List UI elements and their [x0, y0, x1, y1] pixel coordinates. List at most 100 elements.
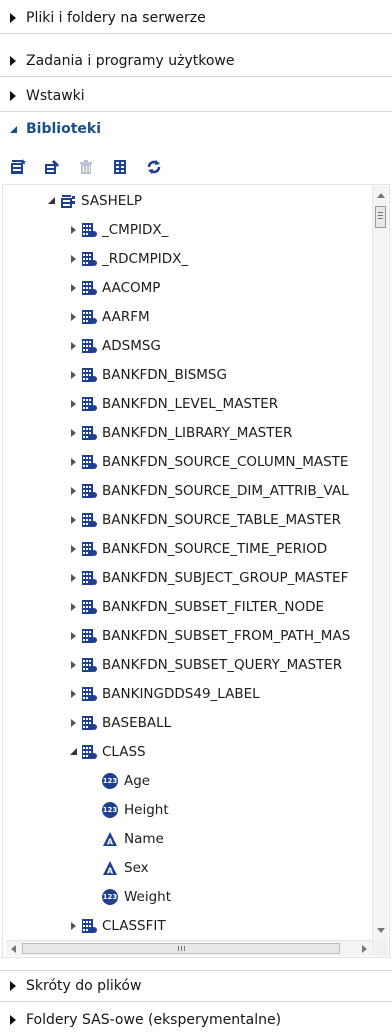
- tree-node-label: BANKFDN_SOURCE_TABLE_MASTER: [102, 511, 342, 528]
- table-icon: [82, 483, 97, 498]
- tree-node-label: BANKFDN_SOURCE_TIME_PERIOD: [102, 540, 328, 557]
- tree-node-label: ADSMSG: [102, 337, 161, 354]
- tree-node-table[interactable]: ADSMSG: [68, 331, 161, 360]
- tree-collapsed-icon[interactable]: [68, 457, 78, 467]
- library-properties-icon[interactable]: [44, 159, 60, 175]
- refresh-icon[interactable]: [146, 159, 162, 175]
- tree-collapsed-icon[interactable]: [68, 602, 78, 612]
- table-icon: [82, 599, 97, 614]
- panel-files[interactable]: Pliki i foldery na serwerze: [0, 2, 392, 34]
- svg-text:A: A: [107, 837, 114, 846]
- panel-snippets-label: Wstawki: [26, 87, 85, 104]
- tree-node-table-classfit[interactable]: CLASSFIT: [68, 911, 166, 940]
- panel-shortcuts[interactable]: Skróty do plików: [0, 970, 392, 1002]
- tree-node-column[interactable]: A Name: [102, 824, 164, 853]
- tree-node-label: Age: [124, 772, 151, 789]
- delete-icon[interactable]: [78, 159, 94, 175]
- scroll-up-icon[interactable]: [373, 190, 389, 202]
- tree-collapsed-icon[interactable]: [68, 689, 78, 699]
- scroll-thumb-horizontal[interactable]: [22, 943, 340, 954]
- tree-node-column[interactable]: 123 Age: [102, 766, 150, 795]
- tree-collapsed-icon[interactable]: [68, 399, 78, 409]
- panel-files-label: Pliki i foldery na serwerze: [26, 9, 206, 26]
- character-column-icon: A: [103, 860, 117, 875]
- horizontal-scrollbar[interactable]: [6, 940, 372, 956]
- tree-collapsed-icon[interactable]: [68, 254, 78, 264]
- tree-node-label: Name: [124, 830, 164, 847]
- svg-text:A: A: [107, 866, 114, 875]
- tree-node-table[interactable]: BANKINGDDS49_LABEL: [68, 679, 260, 708]
- tree-node-label: SASHELP: [81, 192, 142, 209]
- panel-libraries[interactable]: Biblioteki: [0, 113, 392, 145]
- tree-collapsed-icon[interactable]: [68, 341, 78, 351]
- new-library-icon[interactable]: [10, 159, 26, 175]
- expand-arrow-icon: [0, 12, 26, 23]
- panel-shortcuts-label: Skróty do plików: [26, 978, 142, 994]
- tree-node-column[interactable]: 123 Height: [102, 795, 169, 824]
- tree-collapsed-icon[interactable]: [68, 573, 78, 583]
- table-icon: [82, 715, 97, 730]
- tree-node-library[interactable]: SASHELP: [46, 186, 142, 215]
- tree-collapsed-icon[interactable]: [68, 660, 78, 670]
- scroll-right-icon[interactable]: [358, 941, 370, 957]
- tree-collapsed-icon[interactable]: [68, 718, 78, 728]
- tree-collapsed-icon[interactable]: [68, 283, 78, 293]
- tree-node-table[interactable]: BANKFDN_SOURCE_TIME_PERIOD: [68, 534, 327, 563]
- tree-node-label: AARFM: [102, 308, 150, 325]
- tree-collapsed-icon[interactable]: [68, 544, 78, 554]
- tree-node-table[interactable]: BANKFDN_LIBRARY_MASTER: [68, 418, 292, 447]
- libraries-toolbar: [0, 150, 392, 184]
- tree-node-table[interactable]: BANKFDN_BISMSG: [68, 360, 227, 389]
- panel-tasks[interactable]: Zadania i programy użytkowe: [0, 45, 392, 77]
- table-icon: [82, 744, 97, 759]
- vertical-scrollbar[interactable]: [372, 186, 388, 940]
- tree-node-table[interactable]: BANKFDN_SOURCE_COLUMN_MASTE: [68, 447, 348, 476]
- tree-node-label: BANKFDN_LEVEL_MASTER: [102, 395, 279, 412]
- tree-node-table[interactable]: BANKFDN_SUBSET_FROM_PATH_MAS: [68, 621, 350, 650]
- tree-node-table-class[interactable]: CLASS: [68, 737, 146, 766]
- tree-node-table[interactable]: BANKFDN_SUBSET_QUERY_MASTER: [68, 650, 342, 679]
- tree-expanded-icon[interactable]: [46, 196, 56, 206]
- tree-node-label: BANKFDN_SOURCE_DIM_ATTRIB_VAL: [102, 482, 349, 499]
- tree-node-table[interactable]: _RDCMPIDX_: [68, 244, 188, 273]
- tree-collapsed-icon[interactable]: [68, 370, 78, 380]
- tree-node-table[interactable]: BANKFDN_SOURCE_DIM_ATTRIB_VAL: [68, 476, 349, 505]
- tree-node-table[interactable]: BANKFDN_SUBJECT_GROUP_MASTEF: [68, 563, 348, 592]
- panel-sas-folders[interactable]: Foldery SAS-owe (eksperymentalne): [0, 1004, 392, 1036]
- scrollbar-corner: [372, 940, 388, 956]
- tree-node-column[interactable]: 123 Weight: [102, 882, 171, 911]
- tree-collapsed-icon[interactable]: [68, 515, 78, 525]
- tree-collapsed-icon[interactable]: [68, 486, 78, 496]
- table-icon: [82, 338, 97, 353]
- tree-node-column[interactable]: A Sex: [102, 853, 149, 882]
- tree-node-label: BANKFDN_SUBJECT_GROUP_MASTEF: [102, 569, 349, 586]
- tree-node-table[interactable]: BANKFDN_LEVEL_MASTER: [68, 389, 278, 418]
- table-icon: [82, 918, 97, 933]
- panel-snippets[interactable]: Wstawki: [0, 80, 392, 112]
- table-icon: [82, 541, 97, 556]
- tree-collapsed-icon[interactable]: [68, 428, 78, 438]
- panel-sas-folders-label: Foldery SAS-owe (eksperymentalne): [26, 1012, 282, 1028]
- tree-collapsed-icon[interactable]: [68, 631, 78, 641]
- tree-node-label: _RDCMPIDX_: [102, 250, 189, 267]
- tree-collapsed-icon[interactable]: [68, 312, 78, 322]
- tree-node-label: Weight: [124, 888, 172, 905]
- tree-node-table[interactable]: AACOMP: [68, 273, 160, 302]
- tree-node-label: BANKFDN_SUBSET_QUERY_MASTER: [102, 656, 343, 673]
- scroll-thumb[interactable]: [375, 206, 386, 228]
- table-icon: [82, 657, 97, 672]
- tree-node-table[interactable]: BASEBALL: [68, 708, 171, 737]
- table-icon: [82, 454, 97, 469]
- tree-expanded-icon[interactable]: [68, 747, 78, 757]
- tree-node-table[interactable]: BANKFDN_SOURCE_TABLE_MASTER: [68, 505, 341, 534]
- tree-node-table[interactable]: _CMPIDX_: [68, 215, 168, 244]
- tree-node-label: BANKFDN_SOURCE_COLUMN_MASTE: [102, 453, 349, 470]
- tree-node-table[interactable]: AARFM: [68, 302, 150, 331]
- scroll-left-icon[interactable]: [8, 941, 20, 957]
- tree-node-table[interactable]: BANKFDN_SUBSET_FILTER_NODE: [68, 592, 324, 621]
- tree-collapsed-icon[interactable]: [68, 921, 78, 931]
- numeric-column-icon: 123: [102, 888, 118, 905]
- view-table-icon[interactable]: [112, 159, 128, 175]
- scroll-down-icon[interactable]: [373, 924, 389, 936]
- tree-collapsed-icon[interactable]: [68, 225, 78, 235]
